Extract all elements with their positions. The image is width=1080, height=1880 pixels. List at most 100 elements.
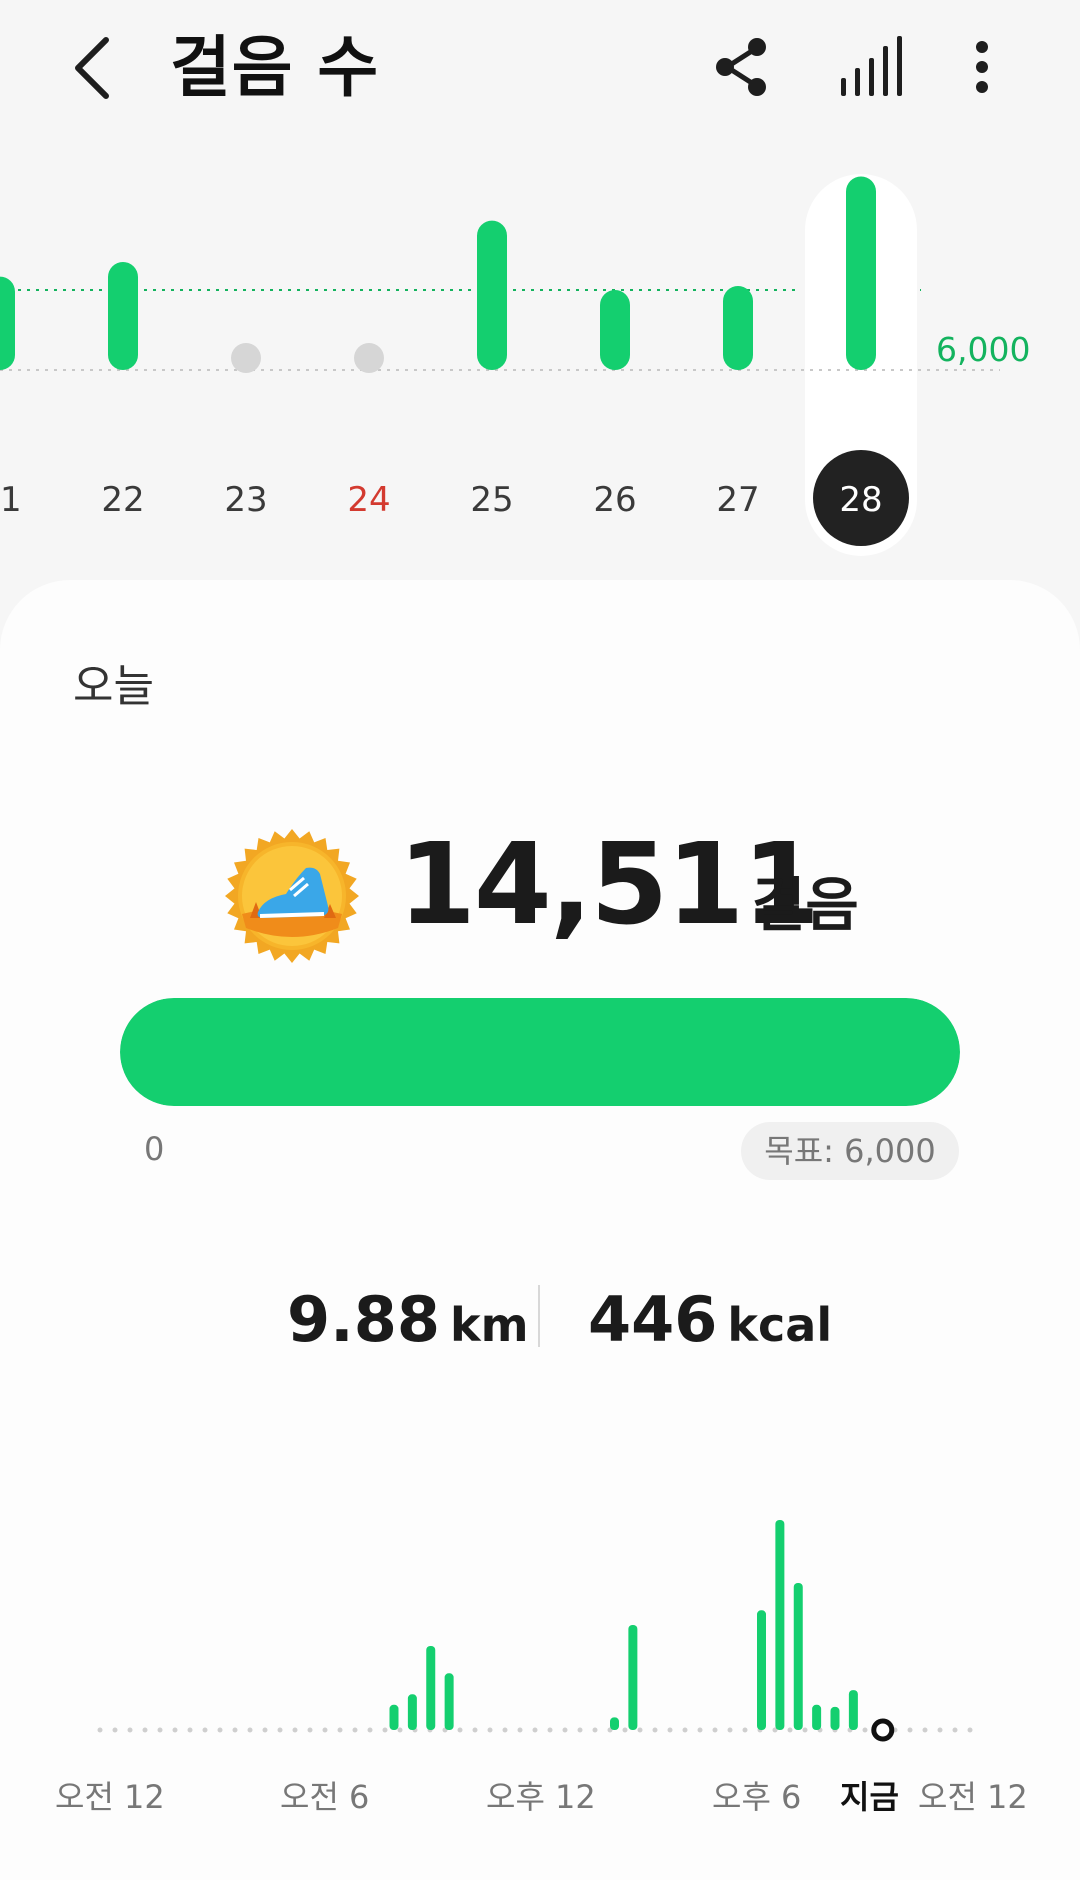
day-label[interactable]: 26 (575, 480, 655, 520)
baseline-dot (547, 1727, 553, 1733)
baseline-dot (337, 1727, 343, 1733)
baseline-dot (367, 1727, 373, 1733)
day-empty-dot[interactable] (354, 343, 384, 373)
hour-bar (757, 1610, 766, 1730)
baseline-dot (127, 1727, 133, 1733)
baseline-dot (907, 1727, 913, 1733)
baseline-dot (397, 1727, 403, 1733)
baseline-dot (217, 1727, 223, 1733)
hour-bar (407, 1694, 417, 1730)
baseline-dot (517, 1727, 523, 1733)
baseline-dot (112, 1727, 118, 1733)
baseline-dot (922, 1727, 928, 1733)
hourly-steps-chart: 오전 12 오전 6 오후 12 오후 6 지금 오전 12 (0, 1480, 1080, 1840)
goal-badge[interactable]: 목표: 6,000 (741, 1122, 959, 1180)
baseline-dot (322, 1727, 328, 1733)
baseline-dot (247, 1727, 253, 1733)
stats-button[interactable] (835, 30, 905, 104)
baseline-dot (142, 1727, 148, 1733)
bar-chart-icon (841, 36, 902, 96)
baseline-dot (562, 1727, 568, 1733)
baseline-dot (622, 1727, 628, 1733)
calories-metric: 446 kcal (588, 1280, 832, 1360)
baseline-dot (682, 1727, 688, 1733)
day-bar[interactable] (108, 262, 138, 370)
share-button[interactable] (705, 30, 775, 104)
day-bar[interactable] (0, 276, 15, 370)
back-button[interactable] (62, 28, 122, 108)
baseline-dot (697, 1727, 703, 1733)
baseline-dot (472, 1727, 478, 1733)
distance-unit: km (449, 1298, 529, 1352)
day-label[interactable]: 25 (452, 480, 532, 520)
hour-bar (444, 1673, 454, 1730)
baseline-dot (712, 1727, 718, 1733)
baseline-dot (667, 1727, 673, 1733)
running-shoe-badge-icon (224, 828, 360, 964)
baseline-dot (532, 1727, 538, 1733)
hour-bar (628, 1625, 638, 1730)
baseline-dot (787, 1727, 793, 1733)
baseline-dot (157, 1727, 163, 1733)
more-options-button[interactable] (950, 30, 1020, 104)
baseline-dot (967, 1727, 973, 1733)
baseline-dot (487, 1727, 493, 1733)
share-icon (716, 38, 766, 96)
baseline-dot (637, 1727, 643, 1733)
day-label[interactable]: 23 (206, 480, 286, 520)
day-bar[interactable] (477, 220, 507, 370)
baseline-dot (937, 1727, 943, 1733)
baseline-dot (352, 1727, 358, 1733)
distance-metric: 9.88 km (287, 1280, 529, 1360)
day-label[interactable]: 21 (0, 480, 40, 520)
axis-label-now: 지금 (840, 1778, 899, 1816)
day-label[interactable]: 22 (83, 480, 163, 520)
hour-bar (830, 1706, 840, 1730)
baseline-dot (862, 1727, 868, 1733)
baseline-dot (292, 1727, 298, 1733)
baseline-dot (202, 1727, 208, 1733)
now-marker (871, 1718, 895, 1742)
weekly-steps-chart: 6,000 21 22 23 24 25 26 27 28 (0, 140, 1080, 560)
hour-bar (775, 1520, 785, 1730)
baseline-dot (232, 1727, 238, 1733)
axis-label-start: 오전 12 (55, 1778, 165, 1816)
today-label: 오늘 (73, 661, 154, 712)
day-bar[interactable] (600, 290, 630, 370)
hour-bar (848, 1690, 858, 1730)
axis-label-noon: 오후 12 (486, 1778, 596, 1816)
hour-bar (426, 1646, 436, 1730)
day-bar[interactable] (846, 176, 876, 370)
baseline-dot (652, 1727, 658, 1733)
day-bar[interactable] (723, 286, 753, 370)
today-steps-unit: 걸음 (752, 871, 859, 939)
step-goal-progress-bar (120, 998, 960, 1106)
baseline-dot (742, 1727, 748, 1733)
hour-bar (793, 1583, 803, 1730)
axis-label-end: 오전 12 (918, 1778, 1028, 1816)
axis-label-6pm: 오후 6 (712, 1778, 802, 1816)
day-label[interactable]: 27 (698, 480, 778, 520)
axis-label-6am: 오전 6 (280, 1778, 370, 1816)
day-label[interactable]: 28 (821, 480, 901, 520)
baseline-dot (457, 1727, 463, 1733)
baseline-dot (502, 1727, 508, 1733)
baseline-dot (172, 1727, 178, 1733)
day-label[interactable]: 24 (329, 480, 409, 520)
today-card: 오늘 14,511 걸음 0 목표: 6,000 9.88 km 446 kcal … (0, 580, 1080, 1880)
page-title: 걸음 수 (170, 29, 380, 106)
baseline-dot (577, 1727, 583, 1733)
back-arrow-icon (75, 37, 109, 99)
baseline-dot (952, 1727, 958, 1733)
baseline-dot (727, 1727, 733, 1733)
baseline-dot (382, 1727, 388, 1733)
hour-bar (610, 1717, 619, 1730)
baseline-dot (277, 1727, 283, 1733)
day-empty-dot[interactable] (231, 343, 261, 373)
baseline-dot (592, 1727, 598, 1733)
hour-bar (812, 1704, 822, 1730)
hour-bar (389, 1704, 399, 1730)
baseline-dot (802, 1727, 808, 1733)
hourly-chart-canvas (97, 1520, 973, 1742)
calories-unit: kcal (727, 1298, 833, 1352)
